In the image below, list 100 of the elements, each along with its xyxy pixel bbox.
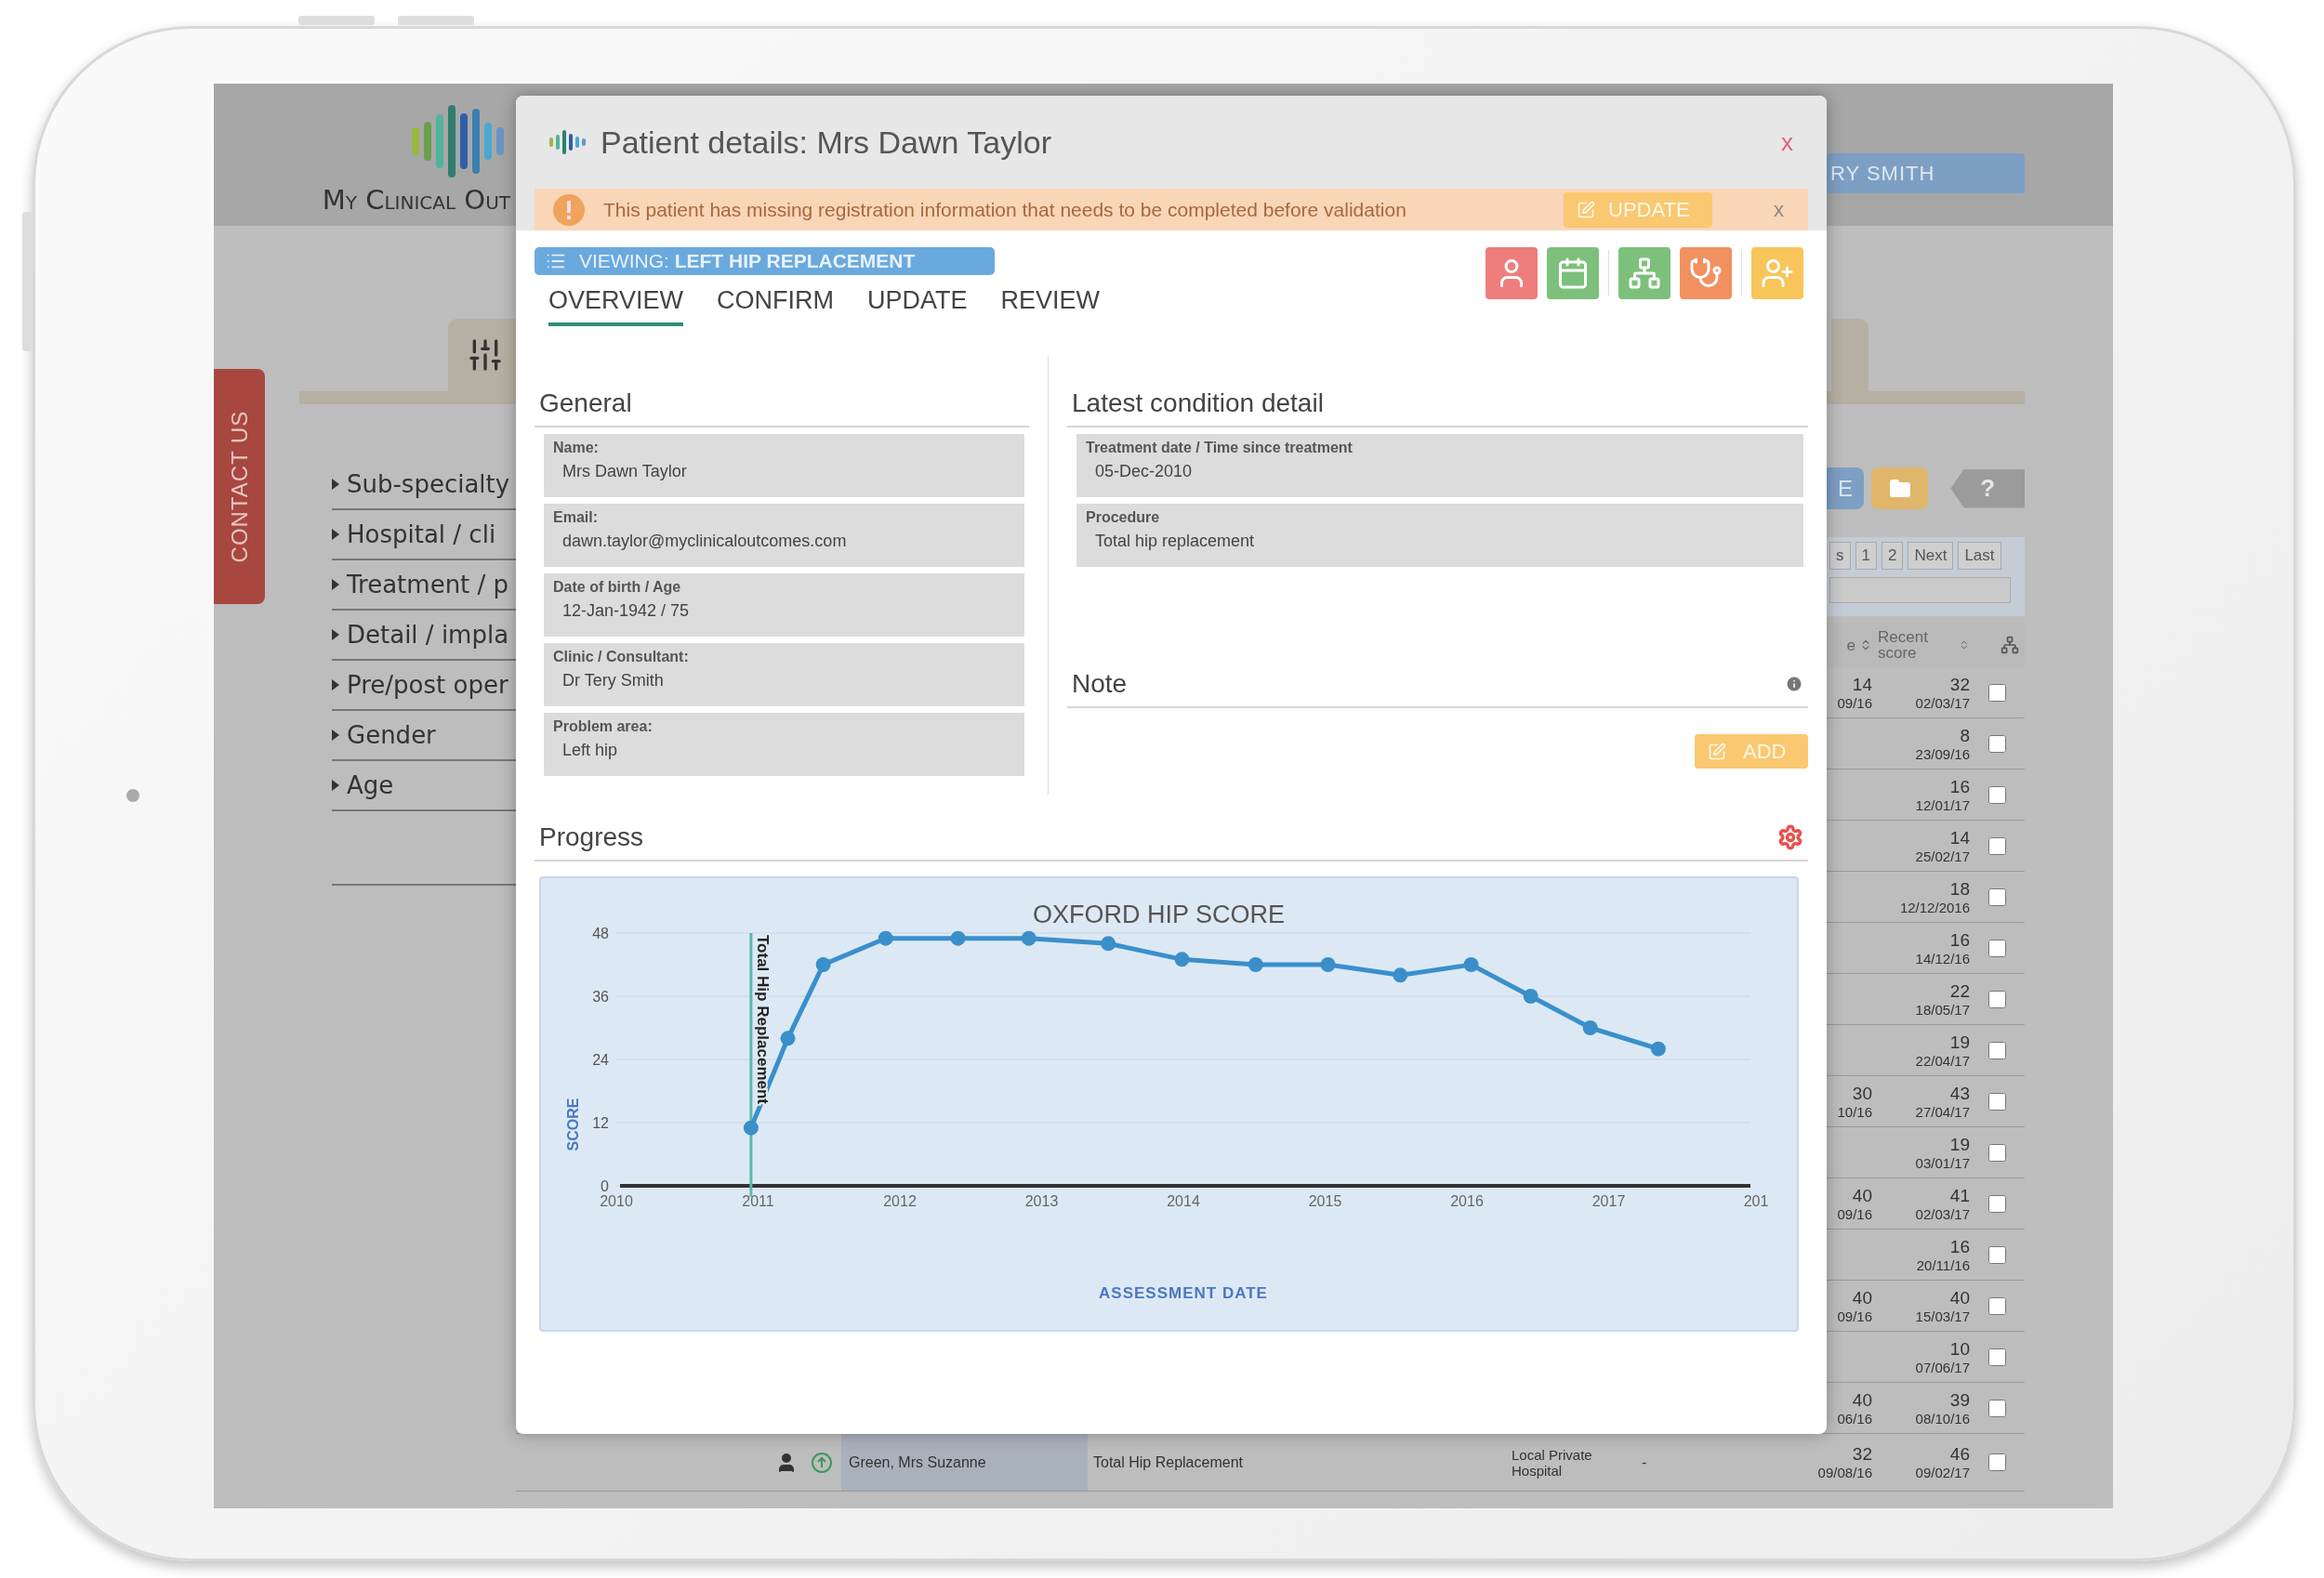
row-checkbox[interactable] xyxy=(1988,734,2006,753)
data-point xyxy=(1650,1041,1666,1057)
stethoscope-button[interactable] xyxy=(1680,247,1732,299)
tab[interactable]: OVERVIEW xyxy=(548,283,684,326)
table-cell-text: Total Hip Replacement xyxy=(1092,1453,1244,1471)
contact-tab[interactable]: CONTACT US xyxy=(214,369,265,604)
table-row[interactable]: Green, Mrs Suzanne Total Hip Replacement Local Private Hospital - 32 09/08/16 46 09/02/17 xyxy=(516,1434,2025,1492)
sliders-icon xyxy=(467,336,504,374)
row-checkbox[interactable] xyxy=(1988,1143,2006,1162)
camera-dot xyxy=(126,789,139,802)
info-field: Treatment date / Time since treatment 05-Dec-2010 xyxy=(1076,434,1803,497)
dialog-title: Patient details: Mrs Dawn Taylor xyxy=(601,124,1052,161)
row-checkbox[interactable] xyxy=(1988,1296,2006,1315)
caret-icon xyxy=(332,730,339,741)
warning-icon xyxy=(553,193,585,226)
row-checkbox[interactable] xyxy=(1988,990,2006,1008)
row-checkbox[interactable] xyxy=(1988,1348,2006,1366)
sort-icon xyxy=(1959,638,1970,651)
caret-icon xyxy=(332,629,339,640)
data-point xyxy=(780,1031,796,1046)
page-button[interactable]: s xyxy=(1829,542,1851,570)
row-checkbox[interactable] xyxy=(1988,1245,2006,1264)
data-point xyxy=(1021,930,1037,946)
hierarchy-icon xyxy=(2000,636,2019,654)
row-checkbox[interactable] xyxy=(1988,1092,2006,1111)
info-field: Clinic / Consultant: Dr Tery Smith xyxy=(544,643,1024,706)
score-cell-text: 32 09/08/16 xyxy=(1817,1444,1873,1480)
y-tick-label: 12 xyxy=(592,1115,609,1131)
page-button[interactable]: 2 xyxy=(1881,542,1904,570)
x-tick-label: 2011 xyxy=(742,1193,774,1209)
axis-label: ASSESSMENT DATE xyxy=(1099,1284,1268,1302)
x-tick-label: 2010 xyxy=(600,1193,633,1209)
caret-icon xyxy=(332,529,339,540)
tab[interactable]: UPDATE xyxy=(867,283,968,326)
score-cell-text: 40 06/16 xyxy=(1836,1389,1873,1427)
reference-label: Total Hip Replacement xyxy=(753,935,772,1104)
row-checkbox[interactable] xyxy=(1988,683,2006,702)
column-header[interactable]: e xyxy=(1817,623,1878,667)
page-button[interactable]: Last xyxy=(1958,542,2001,570)
row-checkbox[interactable] xyxy=(1988,785,2006,804)
calendar-icon xyxy=(1556,256,1590,290)
score-cell-text: 19 22/04/17 xyxy=(1914,1032,1971,1069)
data-point xyxy=(815,957,831,972)
row-checkbox[interactable] xyxy=(1988,836,2006,855)
data-point xyxy=(1174,952,1190,967)
caret-icon xyxy=(332,679,339,690)
score-cell-text: 32 02/03/17 xyxy=(1914,674,1971,711)
score-cell-text: 40 09/16 xyxy=(1836,1287,1873,1324)
x-tick-label: 2012 xyxy=(883,1193,917,1209)
x-tick-label: 2013 xyxy=(1024,1193,1059,1209)
row-checkbox[interactable] xyxy=(1988,939,2006,957)
y-tick-label: 0 xyxy=(601,1178,609,1194)
score-cell-text: 16 14/12/16 xyxy=(1914,929,1971,967)
close-button[interactable]: x xyxy=(1768,196,1789,223)
score-cell-text: 46 09/02/17 xyxy=(1914,1444,1971,1480)
x-tick-label: 2016 xyxy=(1450,1193,1484,1209)
score-cell-text: 22 18/05/17 xyxy=(1914,980,1971,1018)
row-checkbox[interactable] xyxy=(1988,1041,2006,1059)
data-point xyxy=(1320,957,1336,972)
score-cell-text: 39 08/10/16 xyxy=(1914,1389,1971,1427)
tab[interactable]: CONFIRM xyxy=(717,283,835,326)
score-cell-text: 40 15/03/17 xyxy=(1914,1287,1971,1324)
row-checkbox[interactable] xyxy=(1988,1453,2006,1471)
search-field[interactable] xyxy=(1829,577,2011,603)
edit-icon xyxy=(1577,200,1595,219)
section-title: Progress xyxy=(539,822,644,852)
info-field: Problem area: Left hip xyxy=(544,713,1024,776)
close-button[interactable]: x xyxy=(1776,126,1799,158)
settings-icon[interactable] xyxy=(1777,824,1803,850)
score-cell-text: 19 03/01/17 xyxy=(1914,1134,1971,1171)
person-button[interactable] xyxy=(1486,247,1538,299)
info-field: Date of birth / Age 12-Jan-1942 / 75 xyxy=(544,573,1024,637)
tab[interactable]: REVIEW xyxy=(1000,283,1101,326)
data-point xyxy=(1101,936,1116,952)
data-point xyxy=(878,930,893,946)
row-checkbox[interactable] xyxy=(1988,888,2006,906)
section-title: Latest condition detail xyxy=(1072,388,1324,418)
y-tick-label: 24 xyxy=(592,1052,609,1068)
score-cell-text: 16 12/01/17 xyxy=(1914,776,1971,813)
page-button[interactable]: 1 xyxy=(1855,542,1877,570)
data-point xyxy=(1393,967,1408,983)
score-cell-text: 8 23/09/16 xyxy=(1914,725,1971,762)
stethoscope-icon xyxy=(1689,256,1723,290)
page-button[interactable]: Next xyxy=(1908,542,1954,570)
score-cell-text: 14 25/02/17 xyxy=(1914,827,1971,864)
row-checkbox[interactable] xyxy=(1988,1399,2006,1417)
info-icon[interactable] xyxy=(1785,675,1803,693)
table-cell-text: Local Private Hospital xyxy=(1511,1446,1593,1479)
data-point xyxy=(1463,957,1479,972)
data-point xyxy=(1582,1020,1598,1035)
table-cell-text: - xyxy=(1641,1453,1648,1471)
data-point xyxy=(1523,989,1538,1004)
score-cell-text: 41 02/03/17 xyxy=(1914,1185,1971,1222)
column-header[interactable]: Recent score xyxy=(1878,623,1975,667)
info-field: Email: dawn.taylor@myclinicaloutcomes.com xyxy=(544,504,1024,567)
axis-label: SCORE xyxy=(565,1098,581,1151)
data-point xyxy=(743,1120,759,1136)
row-checkbox[interactable] xyxy=(1988,1194,2006,1213)
data-point xyxy=(1248,957,1263,972)
viewing-badge: VIEWING: LEFT HIP REPLACEMENT xyxy=(535,247,995,275)
